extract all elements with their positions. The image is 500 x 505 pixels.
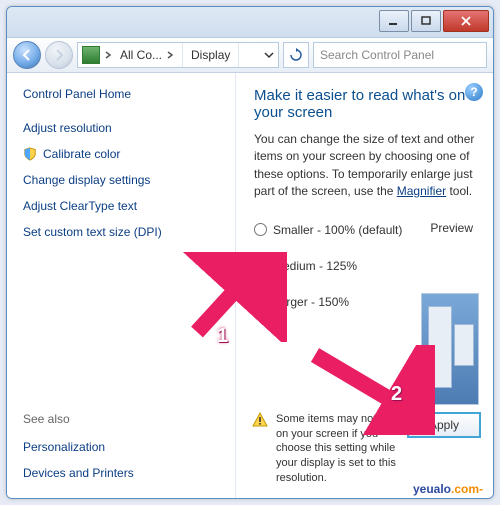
sidebar-item-cleartype[interactable]: Adjust ClearType text: [23, 193, 219, 219]
see-also-heading: See also: [23, 412, 219, 426]
page-title: Make it easier to read what's on your sc…: [254, 87, 481, 121]
see-also-devices[interactable]: Devices and Printers: [23, 460, 219, 486]
refresh-button[interactable]: [283, 42, 309, 68]
back-button[interactable]: [13, 41, 41, 69]
see-also-personalization[interactable]: Personalization: [23, 434, 219, 460]
dropdown-icon[interactable]: [264, 50, 274, 60]
sidebar-item-adjust-resolution[interactable]: Adjust resolution: [23, 115, 219, 141]
control-panel-window: All Co... Display Search Control Panel C…: [6, 6, 494, 499]
radio-medium[interactable]: [254, 259, 267, 272]
watermark: yeualo.com-: [413, 482, 483, 496]
minimize-button[interactable]: [379, 10, 409, 32]
control-panel-home-link[interactable]: Control Panel Home: [23, 87, 219, 101]
window-controls: [379, 10, 489, 32]
forward-button[interactable]: [45, 41, 73, 69]
annotation-label-1: 1: [217, 325, 228, 348]
titlebar: [7, 7, 493, 38]
preview-label: Preview: [430, 221, 473, 235]
apply-button[interactable]: Apply: [407, 412, 481, 438]
help-icon[interactable]: ?: [465, 83, 483, 101]
main-pane: ? Make it easier to read what's on your …: [236, 73, 493, 499]
navbar: All Co... Display Search Control Panel: [7, 38, 493, 73]
content: Control Panel Home Adjust resolution Cal…: [7, 73, 493, 499]
breadcrumb[interactable]: All Co... Display: [77, 42, 279, 68]
shield-icon: [23, 147, 37, 161]
warning-icon: [252, 412, 268, 428]
breadcrumb-all[interactable]: All Co...: [112, 43, 183, 67]
magnifier-link[interactable]: Magnifier: [397, 184, 446, 198]
control-panel-icon: [82, 46, 100, 64]
radio-smaller[interactable]: [254, 223, 267, 236]
sidebar-item-calibrate-color[interactable]: Calibrate color: [23, 141, 219, 167]
preview-monitor-icon: [421, 293, 479, 405]
close-button[interactable]: [443, 10, 489, 32]
option-medium[interactable]: Medium - 125%: [254, 259, 481, 273]
annotation-label-2: 2: [391, 383, 402, 406]
radio-larger[interactable]: [254, 295, 267, 308]
sidebar: Control Panel Home Adjust resolution Cal…: [7, 73, 236, 499]
description: You can change the size of text and othe…: [254, 131, 481, 201]
sidebar-item-custom-dpi[interactable]: Set custom text size (DPI): [23, 219, 219, 245]
maximize-button[interactable]: [411, 10, 441, 32]
breadcrumb-display[interactable]: Display: [183, 43, 239, 67]
sidebar-item-change-display-settings[interactable]: Change display settings: [23, 167, 219, 193]
resolution-note: Some items may not fit on your screen if…: [252, 412, 481, 486]
search-input[interactable]: Search Control Panel: [313, 42, 487, 68]
